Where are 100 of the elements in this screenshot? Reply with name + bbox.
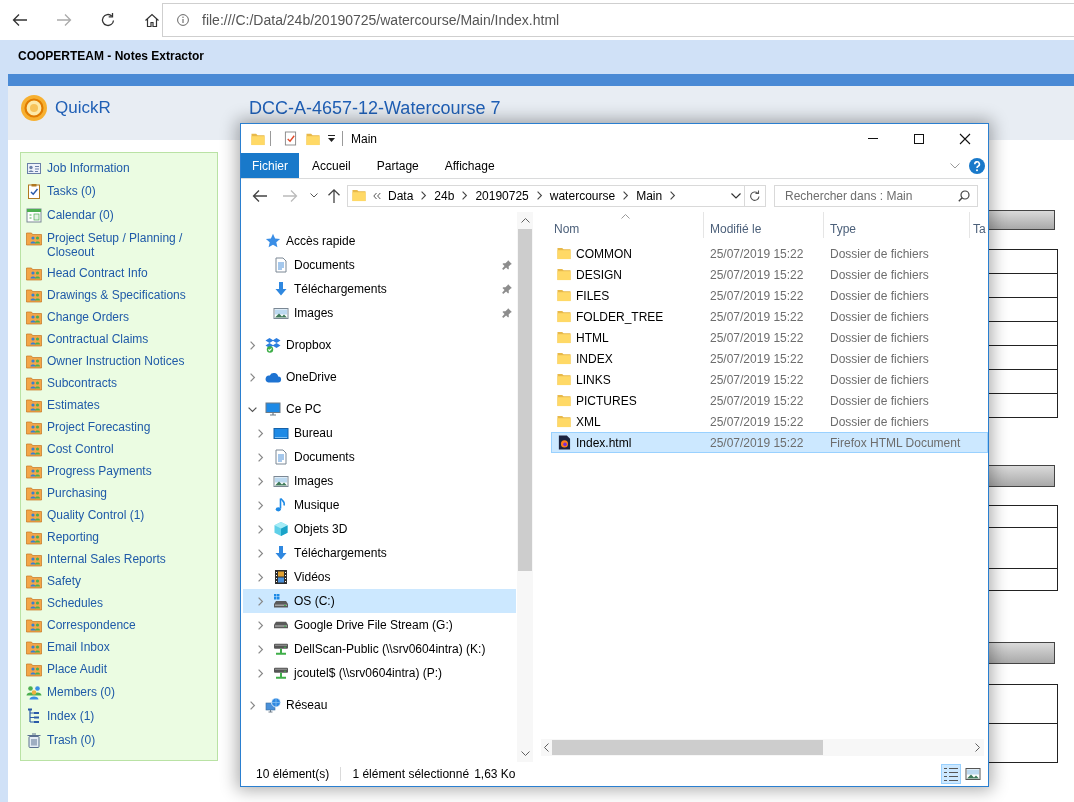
sidebar-link[interactable]: Internal Sales Reports	[21, 548, 217, 570]
chevron-right-icon[interactable]	[462, 191, 468, 200]
file-row[interactable]: PICTURES 25/07/2019 15:22 Dossier de fichiers	[551, 390, 988, 411]
address-field[interactable]: file:///C:/Data/24b/20190725/watercourse/Main/Index.html	[162, 3, 1074, 37]
sidebar-link[interactable]: Job Information	[21, 157, 217, 179]
tree-item[interactable]: Vidéos	[243, 565, 516, 589]
column-header[interactable]: Type	[824, 212, 970, 238]
tree-item[interactable]: Documents	[243, 253, 516, 277]
chevron-down-icon[interactable]	[731, 192, 741, 199]
tree-item[interactable]: Réseau	[243, 693, 516, 717]
tree-item[interactable]: Bureau	[243, 421, 516, 445]
horizontal-scrollbar[interactable]	[541, 739, 984, 756]
double-chevron-left-icon[interactable]	[373, 191, 381, 200]
tree-item[interactable]: Téléchargements	[243, 541, 516, 565]
chevron-down-icon[interactable]	[310, 193, 318, 198]
tree-item[interactable]: Images	[243, 301, 516, 325]
sidebar-link[interactable]: Change Orders	[21, 306, 217, 328]
sidebar-link[interactable]: Schedules	[21, 592, 217, 614]
help-icon[interactable]	[969, 157, 985, 174]
tree-item[interactable]: Images	[243, 469, 516, 493]
vertical-scrollbar[interactable]	[517, 212, 533, 762]
file-row[interactable]: FOLDER_TREE 25/07/2019 15:22 Dossier de fichiers	[551, 306, 988, 327]
file-row[interactable]: HTML 25/07/2019 15:22 Dossier de fichiers	[551, 327, 988, 348]
sidebar-link[interactable]: Drawings & Specifications	[21, 284, 217, 306]
forward-arrow-icon[interactable]	[282, 187, 298, 204]
sidebar-link[interactable]: Email Inbox	[21, 636, 217, 658]
breadcrumb-item[interactable]: Data	[385, 188, 417, 203]
ribbon-tab[interactable]: Affichage	[431, 153, 508, 178]
chevron-up-icon[interactable]	[520, 218, 530, 223]
view-toggle-button[interactable]	[941, 764, 961, 784]
sidebar-link[interactable]: Safety	[21, 570, 217, 592]
sidebar-link[interactable]: Tasks (0)	[21, 179, 217, 203]
ribbon-tab[interactable]: Accueil	[299, 153, 364, 178]
chevron-right-icon[interactable]	[670, 191, 676, 200]
tree-item[interactable]: jcoutel$ (\\srv0604intra) (P:)	[243, 661, 516, 685]
tree-item[interactable]: Musique	[243, 493, 516, 517]
tree-item[interactable]: Téléchargements	[243, 277, 516, 301]
column-header[interactable]: Ta	[970, 212, 988, 238]
customize-caret-icon[interactable]	[327, 134, 336, 143]
sidebar-link[interactable]: Progress Payments	[21, 460, 217, 482]
file-row[interactable]: DESIGN 25/07/2019 15:22 Dossier de fichiers	[551, 264, 988, 285]
chevron-right-icon[interactable]	[623, 191, 629, 200]
sidebar-link[interactable]: Quality Control (1)	[21, 504, 217, 526]
back-arrow-icon[interactable]	[252, 187, 268, 204]
sidebar-link[interactable]: Place Audit	[21, 658, 217, 680]
file-row[interactable]: XML 25/07/2019 15:22 Dossier de fichiers	[551, 411, 988, 432]
chevron-right-icon[interactable]	[421, 191, 427, 200]
tree-item[interactable]: Documents	[243, 445, 516, 469]
file-row[interactable]: Index.html 25/07/2019 15:22 Firefox HTML Document	[551, 432, 988, 453]
pin-icon[interactable]	[501, 259, 513, 271]
sidebar-link[interactable]: Cost Control	[21, 438, 217, 460]
tree-item[interactable]: OneDrive	[243, 365, 516, 389]
tree-item[interactable]: Accès rapide	[243, 229, 516, 253]
sidebar-link[interactable]: Index (1)	[21, 704, 217, 728]
search-icon[interactable]	[958, 189, 970, 202]
breadcrumb-item[interactable]: watercourse	[546, 188, 619, 203]
sidebar-link[interactable]: Head Contract Info	[21, 262, 217, 284]
scrollbar-thumb[interactable]	[518, 229, 532, 571]
refresh-icon[interactable]	[100, 12, 116, 28]
pin-icon[interactable]	[501, 283, 513, 295]
chevron-down-icon[interactable]	[247, 406, 257, 412]
sidebar-link[interactable]: Reporting	[21, 526, 217, 548]
folder-icon[interactable]	[251, 131, 265, 146]
sidebar-link[interactable]: Estimates	[21, 394, 217, 416]
tree-item[interactable]: Dropbox	[243, 333, 516, 357]
sidebar-link[interactable]: Trash (0)	[21, 728, 217, 752]
file-row[interactable]: COMMON 25/07/2019 15:22 Dossier de fichiers	[551, 243, 988, 264]
file-menu-tab[interactable]: Fichier	[241, 153, 299, 178]
search-field[interactable]: Rechercher dans : Main	[774, 184, 978, 207]
breadcrumb-item[interactable]: Main	[633, 188, 666, 203]
pin-icon[interactable]	[501, 307, 513, 319]
sidebar-link[interactable]: Project Setup / Planning / Closeout	[21, 227, 217, 262]
tree-item[interactable]: Ce PC	[243, 397, 516, 421]
breadcrumb-item[interactable]: 24b	[431, 188, 458, 203]
file-row[interactable]: INDEX 25/07/2019 15:22 Dossier de fichiers	[551, 348, 988, 369]
breadcrumb-item[interactable]: 20190725	[472, 188, 532, 203]
sidebar-link[interactable]: Calendar (0)	[21, 203, 217, 227]
back-arrow-icon[interactable]	[12, 12, 28, 28]
tree-item[interactable]: Objets 3D	[243, 517, 516, 541]
column-header[interactable]: Nom	[548, 212, 704, 238]
tree-item[interactable]: Google Drive File Stream (G:)	[243, 613, 516, 637]
forward-arrow-icon[interactable]	[56, 12, 72, 28]
sidebar-link[interactable]: Project Forecasting	[21, 416, 217, 438]
sidebar-link[interactable]: Members (0)	[21, 680, 217, 704]
refresh-button[interactable]	[745, 184, 766, 207]
file-row[interactable]: FILES 25/07/2019 15:22 Dossier de fichiers	[551, 285, 988, 306]
sidebar-link[interactable]: Owner Instruction Notices	[21, 350, 217, 372]
sidebar-link[interactable]: Purchasing	[21, 482, 217, 504]
chevron-right-icon[interactable]	[975, 743, 980, 752]
properties-icon[interactable]	[284, 131, 297, 146]
up-arrow-icon[interactable]	[326, 187, 342, 204]
folder-icon[interactable]	[306, 131, 320, 146]
tree-item[interactable]: OS (C:)	[243, 589, 516, 613]
home-icon[interactable]	[144, 12, 160, 28]
ribbon-tab[interactable]: Partage	[363, 153, 432, 178]
file-row[interactable]: LINKS 25/07/2019 15:22 Dossier de fichiers	[551, 369, 988, 390]
column-header[interactable]: Modifié le	[704, 212, 824, 238]
chevron-left-icon[interactable]	[544, 743, 549, 752]
chevron-down-icon[interactable]	[520, 751, 530, 756]
sidebar-link[interactable]: Subcontracts	[21, 372, 217, 394]
